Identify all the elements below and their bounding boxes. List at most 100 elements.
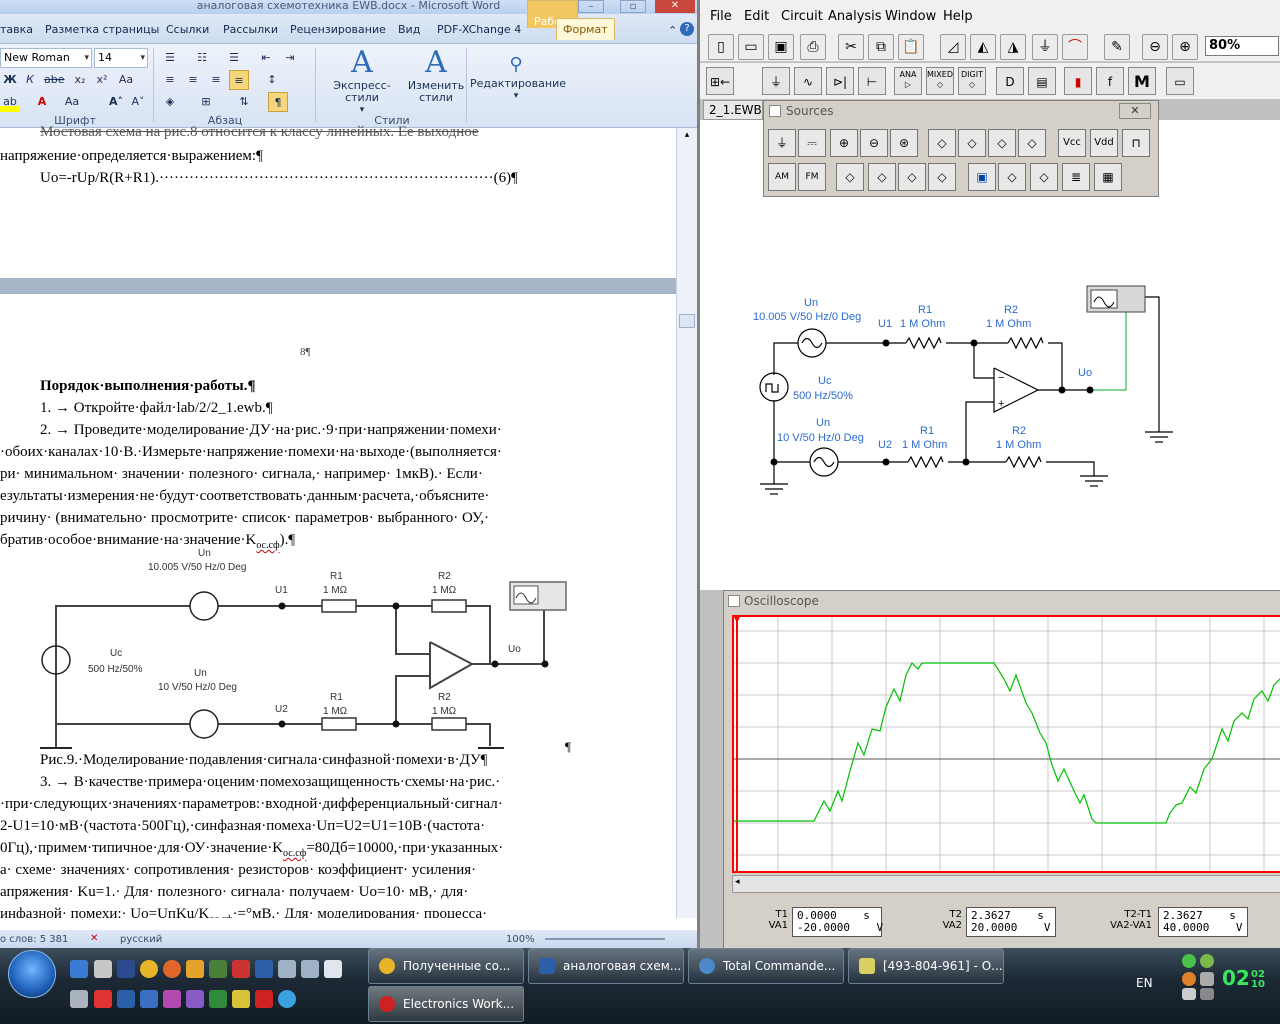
app-icon[interactable] bbox=[232, 990, 250, 1008]
task-remote[interactable]: [493-804-961] - О... bbox=[848, 948, 1004, 984]
indicators-icon[interactable]: ▮ bbox=[1064, 67, 1092, 95]
volume-icon[interactable] bbox=[1182, 988, 1196, 1000]
am-source-icon[interactable]: AM bbox=[768, 163, 796, 191]
highlight-icon[interactable]: ab bbox=[0, 92, 20, 112]
change-case-icon[interactable]: Aa bbox=[116, 70, 136, 90]
print-icon[interactable]: ⎙ bbox=[800, 34, 826, 60]
start-button[interactable] bbox=[8, 950, 56, 998]
show-marks-icon[interactable]: ¶ bbox=[268, 92, 288, 112]
oscilloscope-screen[interactable] bbox=[732, 615, 1280, 873]
strike-icon[interactable]: abe bbox=[44, 70, 65, 90]
zoom-slider[interactable] bbox=[545, 938, 665, 940]
fsk-source-icon[interactable]: ◇ bbox=[836, 163, 864, 191]
close-icon[interactable]: ✕ bbox=[1119, 103, 1151, 119]
new-icon[interactable]: ▯ bbox=[708, 34, 734, 60]
tab-view[interactable]: Вид bbox=[398, 23, 420, 36]
tab-pdfxchange[interactable]: PDF-XChange 4 bbox=[437, 23, 521, 36]
digital-icon[interactable]: ▤ bbox=[1028, 67, 1056, 95]
subcircuit-icon[interactable]: ✎ bbox=[1104, 34, 1130, 60]
menu-help[interactable]: Help bbox=[943, 9, 973, 24]
tab-references[interactable]: Ссылки bbox=[166, 23, 209, 36]
vdd-source-icon[interactable]: Vdd bbox=[1090, 129, 1118, 157]
multilevel-icon[interactable]: ☰ bbox=[224, 48, 244, 68]
poly-source-icon[interactable]: ≣ bbox=[1062, 163, 1090, 191]
mixed-ic-icon[interactable]: MIXED ◇ bbox=[926, 67, 954, 95]
graph-icon[interactable]: ⌒ bbox=[1062, 34, 1088, 60]
tray-icon[interactable] bbox=[1182, 954, 1196, 968]
ground-icon[interactable]: ⏚ bbox=[768, 129, 796, 157]
transistors-icon[interactable]: ⊢ bbox=[858, 67, 886, 95]
vc-square-icon[interactable]: ◇ bbox=[928, 163, 956, 191]
change-styles-button[interactable]: A Изменить стили bbox=[406, 46, 466, 104]
scroll-thumb[interactable] bbox=[679, 314, 695, 328]
language-indicator[interactable]: EN bbox=[1136, 976, 1153, 990]
app-icon[interactable] bbox=[94, 990, 112, 1008]
dc-current-source-icon[interactable]: ⊕ bbox=[830, 129, 858, 157]
app-icon[interactable] bbox=[232, 960, 250, 978]
shrink-font-icon[interactable]: A˅ bbox=[128, 92, 148, 112]
rotate-icon[interactable]: ◿ bbox=[940, 34, 966, 60]
app-icon[interactable] bbox=[255, 990, 273, 1008]
vc-sine-icon[interactable]: ◇ bbox=[868, 163, 896, 191]
circuit-tab[interactable]: 2_1.EWB bbox=[703, 100, 763, 120]
align-left-icon[interactable]: ≡ bbox=[160, 70, 180, 90]
cut-icon[interactable]: ✂ bbox=[838, 34, 864, 60]
scroll-left-icon[interactable]: ◂ bbox=[735, 877, 740, 887]
task-word[interactable]: аналоговая схем... bbox=[528, 948, 684, 984]
align-center-icon[interactable]: ≡ bbox=[183, 70, 203, 90]
spelling-icon[interactable]: ✕ bbox=[90, 933, 98, 944]
skype-icon[interactable] bbox=[278, 990, 296, 1008]
scroll-up-icon[interactable]: ▴ bbox=[679, 130, 695, 144]
menu-file[interactable]: File bbox=[710, 9, 732, 24]
align-right-icon[interactable]: ≡ bbox=[206, 70, 226, 90]
battery-icon[interactable] bbox=[1200, 988, 1214, 1000]
increase-indent-icon[interactable]: ⇥ bbox=[280, 48, 300, 68]
decrease-indent-icon[interactable]: ⇤ bbox=[256, 48, 276, 68]
app-icon[interactable] bbox=[255, 960, 273, 978]
paste-icon[interactable]: 📋 bbox=[898, 34, 924, 60]
explorer-icon[interactable] bbox=[94, 960, 112, 978]
zoom-in-icon[interactable]: ⊕ bbox=[1172, 34, 1198, 60]
word-icon[interactable] bbox=[117, 990, 135, 1008]
language-status[interactable]: русский bbox=[120, 934, 162, 945]
ie-icon[interactable] bbox=[70, 960, 88, 978]
app-icon[interactable] bbox=[186, 960, 204, 978]
borders-icon[interactable]: ⊞ bbox=[196, 92, 216, 112]
numbering-icon[interactable]: ☷ bbox=[192, 48, 212, 68]
italic-icon[interactable]: К bbox=[20, 70, 40, 90]
menu-window[interactable]: Window bbox=[885, 9, 936, 24]
chrome-icon[interactable] bbox=[140, 960, 158, 978]
flip-v-icon[interactable]: ◮ bbox=[1000, 34, 1026, 60]
grow-font-icon[interactable]: A˄ bbox=[106, 92, 126, 112]
app-icon[interactable] bbox=[140, 990, 158, 1008]
help-button[interactable]: ? bbox=[680, 22, 694, 36]
nonlinear-source-icon[interactable]: ▦ bbox=[1094, 163, 1122, 191]
word-count[interactable]: о слов: 5 381 bbox=[0, 934, 68, 945]
menu-circuit[interactable]: Circuit bbox=[781, 9, 823, 24]
diodes-icon[interactable]: ⊳| bbox=[826, 67, 854, 95]
font-color-icon[interactable]: A bbox=[32, 92, 52, 112]
font-size-combo[interactable]: 14 bbox=[94, 48, 148, 68]
oscilloscope-title-bar[interactable]: Oscilloscope bbox=[724, 591, 1280, 611]
clock-hours[interactable]: 02 bbox=[1222, 966, 1250, 990]
app-icon[interactable] bbox=[278, 960, 296, 978]
clock-source-icon[interactable]: ⊓ bbox=[1122, 129, 1150, 157]
tab-mailings[interactable]: Рассылки bbox=[223, 23, 278, 36]
task-ewb[interactable]: Electronics Work... bbox=[368, 986, 524, 1022]
font-size-menu-icon[interactable]: Aa bbox=[62, 92, 82, 112]
flip-h-icon[interactable]: ◭ bbox=[970, 34, 996, 60]
app-icon[interactable] bbox=[70, 990, 88, 1008]
app-icon[interactable] bbox=[163, 990, 181, 1008]
copy-icon[interactable]: ⧉ bbox=[868, 34, 894, 60]
app-icon[interactable] bbox=[209, 990, 227, 1008]
app-icon[interactable] bbox=[301, 960, 319, 978]
shading-icon[interactable]: ◈ bbox=[160, 92, 180, 112]
superscript-icon[interactable]: x² bbox=[92, 70, 112, 90]
tab-insert[interactable]: тавка bbox=[0, 23, 33, 36]
favorites-icon[interactable]: ⊞← bbox=[706, 67, 734, 95]
clock-minutes[interactable]: 02 10 bbox=[1251, 970, 1265, 990]
save-icon[interactable]: ▣ bbox=[768, 34, 794, 60]
file-source-icon[interactable]: ▣ bbox=[968, 163, 996, 191]
sort-icon[interactable]: ⇅ bbox=[234, 92, 254, 112]
controls-icon[interactable]: f bbox=[1096, 67, 1124, 95]
